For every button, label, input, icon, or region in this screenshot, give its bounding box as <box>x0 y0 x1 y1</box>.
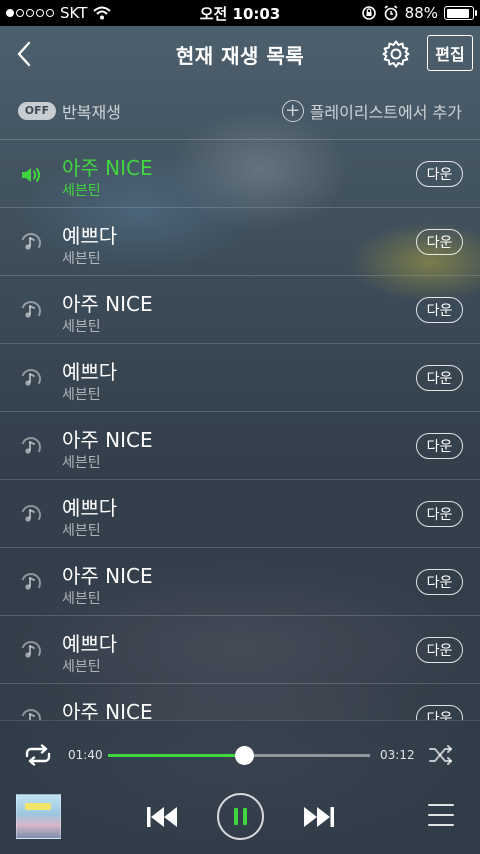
progress-knob[interactable] <box>235 746 255 765</box>
download-button[interactable]: 다운 <box>416 637 463 663</box>
download-button[interactable]: 다운 <box>416 705 463 720</box>
total-time: 03:12 <box>380 748 415 762</box>
player-divider <box>0 720 480 721</box>
album-art-thumbnail[interactable] <box>16 794 61 839</box>
pause-button[interactable] <box>217 793 264 840</box>
settings-button[interactable] <box>378 36 414 72</box>
track-artist: 세븐틴 <box>62 523 101 539</box>
track-title: 아주 NICE <box>62 700 153 720</box>
status-right: 88% <box>361 4 477 22</box>
track-row[interactable]: 예쁘다세븐틴 다운 <box>0 480 480 548</box>
status-left: SKT <box>6 4 112 22</box>
skip-next-icon[interactable] <box>303 804 335 830</box>
track-row[interactable]: 아주 NICE 세븐틴 다운 <box>0 412 480 480</box>
page-title: 현재 재생 목록 <box>175 43 305 68</box>
menu-line <box>428 824 454 826</box>
progress-fill <box>108 754 245 757</box>
chevron-left-icon <box>17 41 31 67</box>
track-title: 아주 NICE <box>62 156 153 180</box>
music-note-icon <box>20 504 42 526</box>
signal-strength-icon <box>6 9 54 17</box>
download-button[interactable]: 다운 <box>416 433 463 459</box>
track-title: 아주 NICE <box>62 564 153 588</box>
download-button[interactable]: 다운 <box>416 161 463 187</box>
carrier-label: SKT <box>60 4 88 22</box>
track-title: 예쁘다 <box>62 360 118 384</box>
download-button[interactable]: 다운 <box>416 229 463 255</box>
wifi-icon <box>93 6 112 20</box>
signal-dot <box>36 9 44 17</box>
music-note-icon <box>20 708 42 720</box>
rotation-lock-icon <box>361 6 376 20</box>
player-bar: 01:40 03:12 <box>0 720 480 854</box>
music-note-icon <box>20 300 42 322</box>
menu-line <box>428 804 454 806</box>
track-title: 예쁘다 <box>62 224 118 248</box>
track-title: 예쁘다 <box>62 632 118 656</box>
speaker-icon <box>20 164 42 186</box>
menu-line <box>428 814 454 816</box>
signal-dot <box>6 9 14 17</box>
track-row[interactable]: 예쁘다세븐틴 다운 <box>0 616 480 684</box>
repeat-toggle[interactable]: OFF 반복재생 <box>18 99 121 123</box>
skip-previous-icon[interactable] <box>146 804 178 830</box>
battery-fill <box>446 8 469 18</box>
battery-icon <box>444 6 477 20</box>
signal-dot <box>26 9 34 17</box>
track-list[interactable]: 아주 NICE 세븐틴 다운 예쁘다 세븐틴 다운 아주 NICE 세븐틴 다운 예쁘다 세븐틴 다운… <box>0 140 480 720</box>
track-title: 예쁘다 <box>62 496 118 520</box>
track-artist: 세븐틴 <box>62 591 101 607</box>
battery-percent: 88% <box>404 4 438 22</box>
download-button[interactable]: 다운 <box>416 297 463 323</box>
pause-icon <box>243 808 247 825</box>
repeat-off-badge: OFF <box>18 101 56 120</box>
track-title: 아주 NICE <box>62 292 153 316</box>
pause-icon <box>234 808 238 825</box>
hamburger-menu-icon[interactable] <box>428 804 454 826</box>
progress-slider[interactable] <box>108 746 370 765</box>
edit-button[interactable]: 편집 <box>427 35 473 71</box>
track-title: 아주 NICE <box>62 428 153 452</box>
plus-circle-icon: + <box>281 99 304 122</box>
track-row[interactable]: 아주 NICE 세븐틴 다운 <box>0 276 480 344</box>
track-row[interactable]: 아주 NICE 세븐틴 다운 <box>0 548 480 616</box>
music-note-icon <box>20 572 42 594</box>
music-note-icon <box>20 232 42 254</box>
header: 현재 재생 목록 편집 <box>0 26 480 82</box>
music-note-icon <box>20 640 42 662</box>
signal-dot <box>46 9 54 17</box>
track-row[interactable]: 아주 NICE 다운 <box>0 684 480 720</box>
music-note-icon <box>20 436 42 458</box>
track-artist: 세븐틴 <box>62 251 101 267</box>
add-from-playlist-label: 플레이리스트에서 추가 <box>309 102 462 122</box>
download-button[interactable]: 다운 <box>416 569 463 595</box>
current-time: 01:40 <box>68 748 103 762</box>
status-bar: SKT 오전 10:03 88% <box>0 0 480 26</box>
track-row[interactable]: 예쁘다세븐틴 다운 <box>0 208 480 276</box>
track-artist: 세븐틴 <box>62 387 101 403</box>
download-button[interactable]: 다운 <box>416 501 463 527</box>
repeat-label: 반복재생 <box>62 102 121 122</box>
back-button[interactable] <box>10 38 38 70</box>
download-button[interactable]: 다운 <box>416 365 463 391</box>
track-row[interactable]: 예쁘다세븐틴 다운 <box>0 344 480 412</box>
repeat-icon[interactable] <box>24 744 52 766</box>
add-from-playlist-button[interactable]: + 플레이리스트에서 추가 <box>281 99 462 123</box>
track-artist: 세븐틴 <box>62 455 101 471</box>
alarm-icon <box>384 5 398 21</box>
track-artist: 세븐틴 <box>62 659 101 675</box>
music-note-icon <box>20 368 42 390</box>
shuffle-icon[interactable] <box>428 745 454 765</box>
gear-icon <box>382 40 410 68</box>
track-artist: 세븐틴 <box>62 183 101 199</box>
signal-dot <box>16 9 24 17</box>
track-artist: 세븐틴 <box>62 319 101 335</box>
options-bar: OFF 반복재생 + 플레이리스트에서 추가 <box>0 82 480 140</box>
track-row[interactable]: 아주 NICE 세븐틴 다운 <box>0 140 480 208</box>
